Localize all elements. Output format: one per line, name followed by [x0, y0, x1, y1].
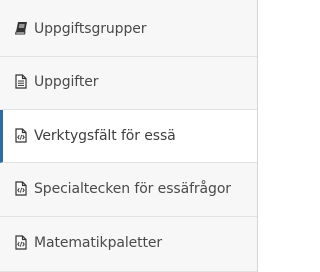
code-file-icon	[15, 181, 28, 197]
document-icon	[15, 74, 28, 90]
sidebar-item-label: Specialtecken för essäfrågor	[34, 181, 231, 197]
sidebar-item-verktygsfalt[interactable]: Verktygsfält för essä	[0, 110, 257, 163]
sidebar-item-specialtecken[interactable]: Specialtecken för essäfrågor	[0, 163, 257, 217]
sidebar-item-label: Matematikpaletter	[34, 235, 163, 251]
code-file-icon	[15, 128, 28, 144]
code-file-icon	[15, 235, 28, 251]
sidebar-nav: Uppgiftsgrupper Uppgifter Verktygsfält f	[0, 0, 258, 272]
sidebar-item-uppgifter[interactable]: Uppgifter	[0, 57, 257, 110]
sidebar-item-label: Uppgifter	[34, 74, 99, 90]
sidebar-item-label: Verktygsfält för essä	[34, 128, 176, 144]
sidebar-item-matematikpaletter[interactable]: Matematikpaletter	[0, 217, 257, 272]
book-icon	[15, 21, 28, 37]
sidebar-item-uppgiftsgrupper[interactable]: Uppgiftsgrupper	[0, 0, 257, 57]
sidebar-item-label: Uppgiftsgrupper	[34, 21, 147, 37]
